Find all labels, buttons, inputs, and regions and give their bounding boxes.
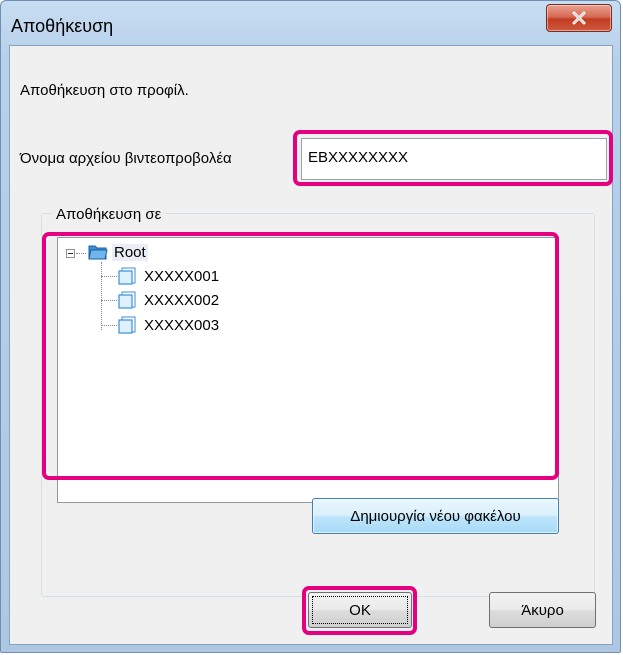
ok-highlight-frame <box>302 586 417 635</box>
tree-highlight-frame <box>42 232 559 480</box>
save-location-label: Αποθήκευση σε <box>52 206 166 223</box>
dialog-body: Αποθήκευση στο προφίλ. Όνομα αρχείου βιν… <box>9 45 613 645</box>
instruction-text: Αποθήκευση στο προφίλ. <box>20 82 189 99</box>
close-button[interactable] <box>546 4 612 32</box>
new-folder-button-label: Δημιουργία νέου φακέλου <box>350 507 521 525</box>
new-folder-button[interactable]: Δημιουργία νέου φακέλου <box>312 498 559 534</box>
cancel-button[interactable]: Άκυρο <box>489 592 596 628</box>
cancel-button-label: Άκυρο <box>521 601 564 619</box>
title-bar[interactable]: Αποθήκευση <box>1 1 620 45</box>
window-title: Αποθήκευση <box>11 16 114 36</box>
close-icon <box>571 11 587 25</box>
filename-label: Όνομα αρχείου βιντεοπροβολέα <box>20 150 232 167</box>
save-dialog-window: Αποθήκευση Αποθήκευση στο προφίλ. Όνομα … <box>0 0 621 653</box>
filename-highlight-frame <box>293 130 613 186</box>
